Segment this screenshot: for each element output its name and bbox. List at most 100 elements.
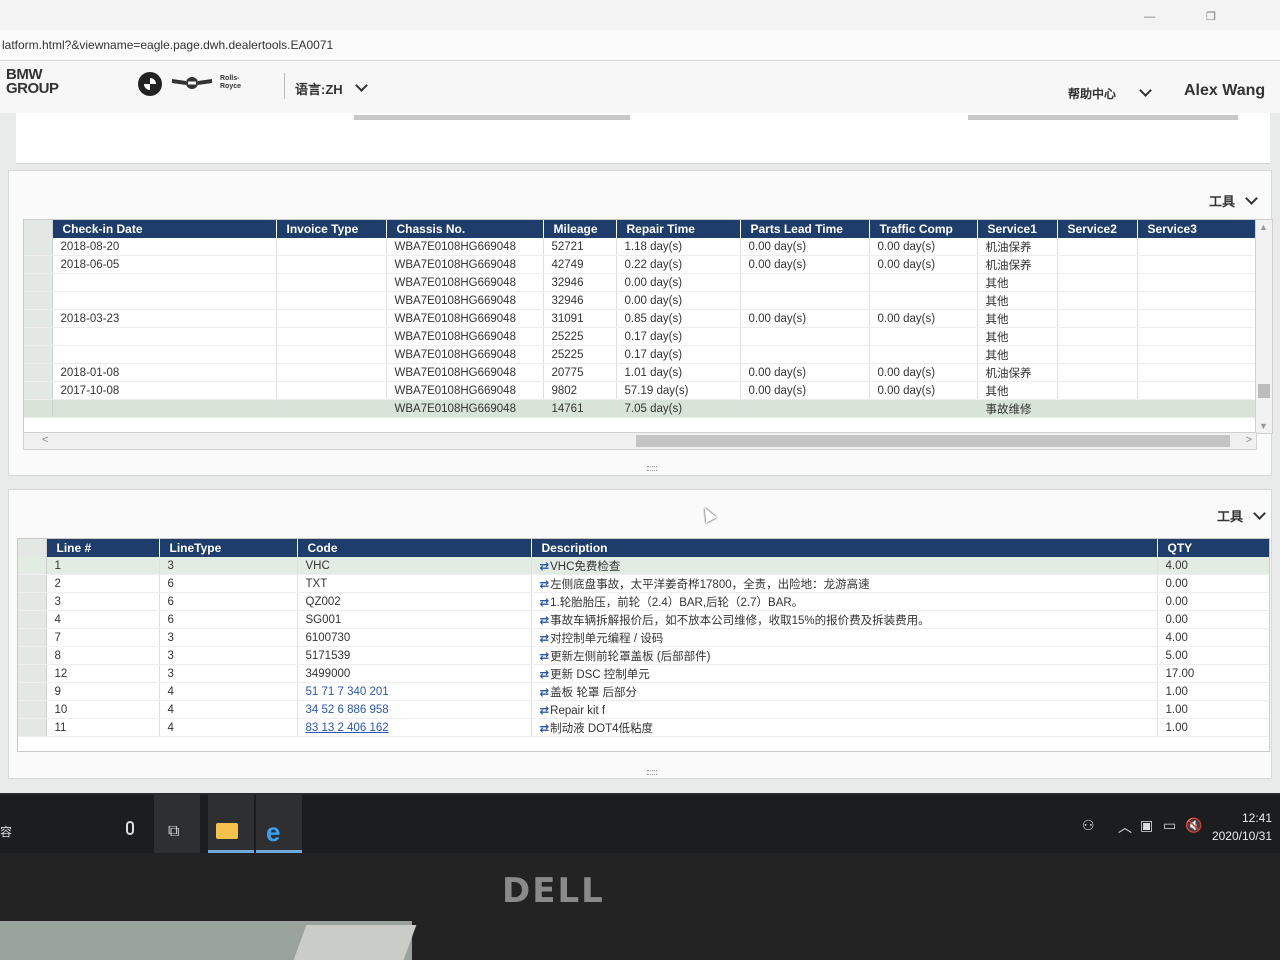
chevron-down-icon[interactable] (1253, 507, 1266, 520)
table-row[interactable]: 2018-06-05 WBA7E0108HG669048 42749 0.22 day… (24, 255, 1256, 274)
col-parts-lead-time[interactable]: Parts Lead Time (740, 220, 870, 238)
table-row[interactable]: 12 3 3499000 ⇄更新 DSC 控制单元 17.00 (18, 664, 1269, 683)
system-clock[interactable]: 12:41 2020/10/31 (1204, 809, 1272, 845)
scroll-left-icon[interactable]: < (42, 434, 48, 446)
tools-label[interactable]: 工具 (1209, 194, 1235, 209)
horizontal-scrollbar[interactable]: < > (23, 432, 1257, 450)
table-row[interactable]: 7 3 6100730 ⇄对控制单元编程 / 设码 4.00 (18, 628, 1269, 647)
col-invoice-type[interactable]: Invoice Type (276, 220, 387, 238)
chevron-down-icon[interactable] (355, 79, 368, 92)
language-selector[interactable]: 语言:ZH (295, 79, 343, 98)
row-header[interactable] (18, 664, 47, 683)
input-underline (354, 115, 630, 120)
microphone-icon[interactable] (126, 821, 134, 835)
row-header[interactable] (24, 255, 53, 274)
cell-code[interactable]: 83 13 2 406 162 (297, 718, 532, 737)
col-traffic-comp[interactable]: Traffic Comp (869, 220, 978, 238)
cell-code[interactable]: 34 52 6 886 958 (297, 700, 532, 719)
tools-label[interactable]: 工具 (1217, 509, 1243, 524)
volume-muted-icon[interactable]: 🔇 (1185, 817, 1202, 834)
table-row[interactable]: 8 3 5171539 ⇄更新左侧前轮罩盖板 (后部部件) 5.00 (18, 646, 1269, 665)
scroll-down-icon[interactable]: ▼ (1259, 421, 1268, 431)
table-row[interactable]: WBA7E0108HG669048 14761 7.05 day(s) 事故维修 (24, 399, 1256, 418)
chevron-down-icon[interactable] (1245, 192, 1258, 205)
row-header[interactable] (18, 610, 47, 629)
cell-check-in-date: 2018-06-05 (52, 255, 277, 274)
folder-icon[interactable] (216, 823, 238, 839)
table-row[interactable]: 10 4 34 52 6 886 958 ⇄Repair kit f 1.00 (18, 700, 1269, 719)
chevron-up-icon[interactable]: ︿ (1118, 817, 1132, 837)
col-mileage[interactable]: Mileage (543, 220, 617, 238)
row-header[interactable] (24, 291, 53, 310)
row-header[interactable] (18, 700, 47, 719)
url-text[interactable]: latform.html?&viewname=eagle.page.dwh.de… (2, 38, 333, 52)
chevron-down-icon[interactable] (1139, 84, 1152, 97)
table-row[interactable]: WBA7E0108HG669048 25225 0.17 day(s) 其他 (24, 327, 1256, 346)
row-header[interactable] (24, 381, 53, 400)
row-header[interactable] (18, 628, 47, 647)
col-qty[interactable]: QTY (1157, 539, 1269, 557)
table-row[interactable]: 2 6 TXT ⇄左侧底盘事故，太平洋姜奇桦17800，全责，出险地：龙游高速 0.00 (18, 574, 1269, 593)
col-service1[interactable]: Service1 (977, 220, 1058, 238)
scroll-up-icon[interactable]: ▲ (1259, 222, 1268, 232)
cell-mileage: 52721 (543, 238, 617, 256)
table-row[interactable]: 1 3 VHC ⇄VHC免费检查 4.00 (18, 557, 1269, 575)
cell-code[interactable]: 51 71 7 340 201 (297, 682, 532, 701)
row-header[interactable] (24, 363, 53, 382)
table-row[interactable]: WBA7E0108HG669048 32946 0.00 day(s) 其他 (24, 273, 1256, 292)
table-row[interactable]: 2018-03-23 WBA7E0108HG669048 31091 0.85 day… (24, 309, 1256, 328)
col-service3[interactable]: Service3 (1137, 220, 1256, 238)
col-service2[interactable]: Service2 (1057, 220, 1138, 238)
people-icon[interactable]: ⚇ (1082, 817, 1095, 834)
row-header[interactable] (18, 557, 47, 575)
table-row[interactable]: 2018-08-20 WBA7E0108HG669048 52721 1.18 day… (24, 238, 1256, 256)
window-controls[interactable]: — ❐ (1144, 10, 1240, 23)
part-code-link[interactable]: 34 52 6 886 958 (306, 704, 389, 716)
part-code-link[interactable]: 83 13 2 406 162 (306, 722, 389, 734)
table-row[interactable]: WBA7E0108HG669048 25225 0.17 day(s) 其他 (24, 345, 1256, 364)
col-chassis-no[interactable]: Chassis No. (386, 220, 544, 238)
user-name[interactable]: Alex Wang (1184, 82, 1265, 100)
resize-grip-icon[interactable] (647, 466, 657, 471)
col-check-in-date[interactable]: Check-in Date (52, 220, 277, 238)
row-header[interactable] (18, 592, 47, 611)
table-row[interactable]: 4 6 SG001 ⇄事故车辆拆解报价后，如不放本公司维修，收取15%的报价费及拆装费… (18, 610, 1269, 629)
table-row[interactable]: WBA7E0108HG669048 32946 0.00 day(s) 其他 (24, 291, 1256, 310)
vertical-scrollbar[interactable]: ▲ ▼ (1255, 219, 1273, 434)
scroll-thumb[interactable] (1258, 384, 1270, 398)
table-row[interactable]: 9 4 51 71 7 340 201 ⇄盖板 轮罩 后部分 1.00 (18, 682, 1269, 701)
network-icon[interactable]: ▭ (1163, 817, 1176, 834)
task-view-icon[interactable]: ⧉ (168, 823, 179, 841)
cell-traffic-comp: 0.00 day(s) (869, 363, 978, 382)
row-header[interactable] (24, 309, 53, 328)
resize-grip-icon[interactable] (647, 770, 657, 775)
row-header[interactable] (24, 399, 53, 418)
tools-menu[interactable]: 工具 (1217, 506, 1266, 525)
col-description[interactable]: Description (531, 539, 1158, 557)
row-header[interactable] (18, 574, 47, 593)
scroll-thumb[interactable] (636, 435, 1230, 447)
security-icon[interactable]: ▣ (1140, 817, 1153, 834)
col-line-type[interactable]: LineType (159, 539, 298, 557)
search-box-text[interactable]: 容 (0, 823, 12, 840)
row-header[interactable] (24, 238, 53, 256)
row-header[interactable] (24, 327, 53, 346)
part-code-link[interactable]: 51 71 7 340 201 (306, 686, 389, 698)
tools-menu[interactable]: 工具 (1209, 191, 1258, 210)
help-center-link[interactable]: 帮助中心 (1068, 85, 1116, 102)
row-header[interactable] (24, 345, 53, 364)
table-row[interactable]: 2017-10-08 WBA7E0108HG669048 9802 57.19 day… (24, 381, 1256, 400)
edge-icon[interactable]: e (266, 817, 280, 848)
table-row[interactable]: 3 6 QZ002 ⇄1.轮胎胎压，前轮（2.4）BAR,后轮（2.7）BAR。 0.0… (18, 592, 1269, 611)
col-code[interactable]: Code (297, 539, 532, 557)
table-row[interactable]: 11 4 83 13 2 406 162 ⇄制动液 DOT4低粘度 1.00 (18, 718, 1269, 737)
table-row[interactable]: 2018-01-08 WBA7E0108HG669048 20775 1.01 day… (24, 363, 1256, 382)
row-header[interactable] (24, 273, 53, 292)
col-repair-time[interactable]: Repair Time (616, 220, 741, 238)
row-header[interactable] (18, 682, 47, 701)
row-header[interactable] (18, 646, 47, 665)
col-line-number[interactable]: Line # (46, 539, 160, 557)
row-header[interactable] (18, 718, 47, 737)
scroll-right-icon[interactable]: > (1246, 434, 1252, 446)
address-bar[interactable]: latform.html?&viewname=eagle.page.dwh.de… (0, 30, 1280, 61)
